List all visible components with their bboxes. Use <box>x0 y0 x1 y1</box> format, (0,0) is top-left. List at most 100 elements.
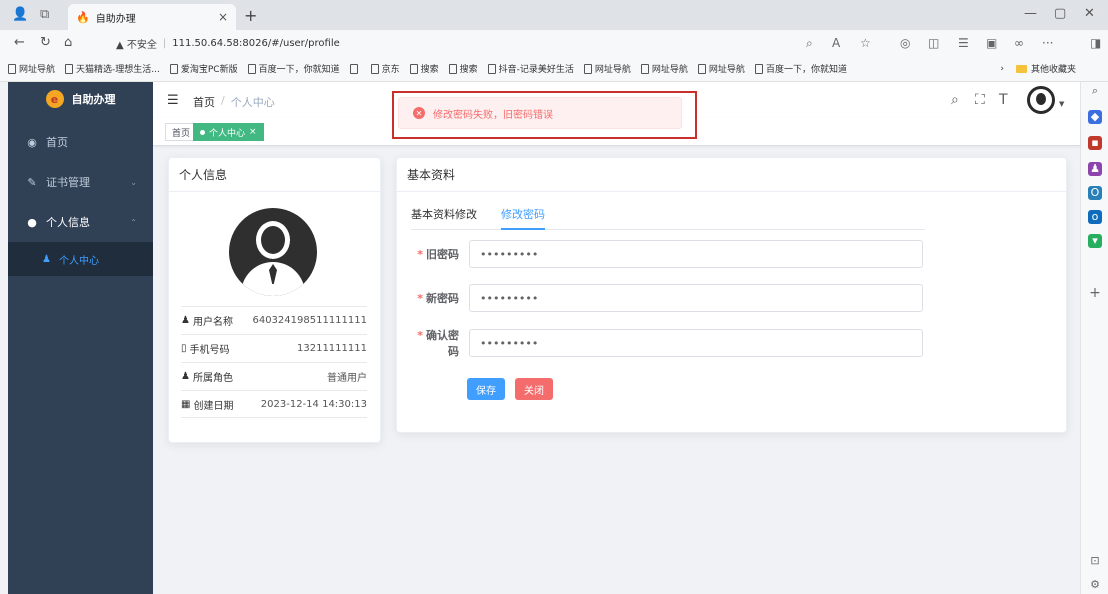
bookmark[interactable]: 搜索 <box>409 62 439 75</box>
chevron-right-icon[interactable]: › <box>1000 64 1004 74</box>
error-icon: ✕ <box>413 107 425 119</box>
tag-icon[interactable]: ◆ <box>1088 110 1102 124</box>
office-icon[interactable]: O <box>1088 186 1102 200</box>
list-item: ▦ 创建日期 2023-12-14 14:30:13 <box>181 390 367 418</box>
page-icon <box>754 63 763 74</box>
refresh-icon[interactable]: ↻ <box>40 35 51 50</box>
back-icon[interactable]: ← <box>14 35 25 50</box>
avatar[interactable] <box>229 208 317 296</box>
new-tab-button[interactable]: + <box>244 6 257 25</box>
bookmark[interactable]: 抖音-记录美好生活 <box>487 62 574 75</box>
confirm-password-field[interactable] <box>469 329 923 357</box>
hamburger-icon[interactable]: ☰ <box>167 93 179 108</box>
sidebar-item-certificates[interactable]: ✎ 证书管理 ⌄ <box>8 162 153 202</box>
add-icon[interactable]: + <box>1088 286 1102 300</box>
save-button[interactable]: 保存 <box>467 378 505 400</box>
page-icon <box>448 63 457 74</box>
logo-icon: e <box>45 90 64 108</box>
tab-actions-icon[interactable]: ⧉ <box>40 7 49 22</box>
tag-user-center[interactable]: 个人中心 × <box>193 123 264 141</box>
font-size-icon[interactable]: T <box>999 92 1008 108</box>
old-password-field[interactable] <box>469 240 923 268</box>
dashboard-icon: ◉ <box>27 135 37 149</box>
user-icon: ● <box>27 215 37 229</box>
read-aloud-icon[interactable]: A <box>832 36 840 50</box>
minimize-icon[interactable]: — <box>1024 6 1037 21</box>
shopping-icon[interactable]: ▾ <box>1088 234 1102 248</box>
restore-icon[interactable]: ▢ <box>1054 6 1066 21</box>
close-button[interactable]: 关闭 <box>515 378 553 400</box>
sidebar: e 自助办理 ◉ 首页 ✎ 证书管理 ⌄ ● 个人信息 ⌃ ♟ 个人中心 <box>8 82 153 594</box>
people-icon[interactable]: ♟ <box>1088 162 1102 176</box>
page-icon <box>487 63 496 74</box>
sidebar-toggle-icon[interactable]: ◨ <box>1090 36 1101 50</box>
favorite-star-icon[interactable]: ☆ <box>860 36 871 50</box>
error-toast: ✕ 修改密码失败，旧密码错误 <box>398 97 682 129</box>
new-password-row: * 新密码 <box>407 284 923 312</box>
tab-title: 自助办理 <box>95 13 136 25</box>
close-window-icon[interactable]: ✕ <box>1084 6 1095 21</box>
tab-change-password[interactable]: 修改密码 <box>501 206 545 230</box>
split-screen-icon[interactable]: ◫ <box>928 36 939 50</box>
bookmark[interactable]: 百度一下，你就知道 <box>754 62 847 75</box>
bookmark[interactable]: 爱淘宝PC新版 <box>169 62 238 75</box>
toolbox-icon[interactable]: ▪ <box>1088 136 1102 150</box>
search-icon[interactable]: ⌕ <box>951 92 959 108</box>
bookmarks-bar: 网址导航 天猫精选-理想生活... 爱淘宝PC新版 百度一下，你就知道 京东 搜… <box>0 56 1108 82</box>
old-password-row: * 旧密码 <box>407 240 923 268</box>
breadcrumb-home[interactable]: 首页 <box>193 94 215 110</box>
basic-info-card: 基本资料 基本资料修改 修改密码 *旧密码 *新密码 *确认密码 保存 关闭 <box>396 157 1067 433</box>
profile-icon[interactable]: 👤 <box>12 7 28 22</box>
sidebar-item-home[interactable]: ◉ 首页 <box>8 122 153 162</box>
tab-edit-basic-info[interactable]: 基本资料修改 <box>411 206 477 230</box>
page-icon <box>409 63 418 74</box>
sidebar-item-user-center[interactable]: ♟ 个人中心 <box>8 242 153 276</box>
bookmark[interactable]: 网址导航 <box>8 62 55 75</box>
avatar[interactable] <box>1027 86 1055 114</box>
basic-card-title: 基本资料 <box>397 158 1066 192</box>
bookmark[interactable]: 百度一下，你就知道 <box>247 62 340 75</box>
bookmark[interactable]: 网址导航 <box>640 62 688 75</box>
bookmark[interactable] <box>349 63 361 74</box>
users-icon: ♟ <box>42 253 51 265</box>
search-icon[interactable]: ⌕ <box>1088 84 1102 98</box>
more-icon[interactable]: ··· <box>1042 36 1053 50</box>
browser-tab[interactable]: 🔥 自助办理 × <box>68 4 236 30</box>
active-dot <box>200 129 205 135</box>
address-bar: ← ↻ ⌂ ▲ 不安全 | 111.50.64.58:8026/#/user/p… <box>0 30 1108 56</box>
screenshot-icon[interactable]: ⊡ <box>1088 554 1102 568</box>
settings-icon[interactable]: ⚙ <box>1088 578 1102 592</box>
sidebar-item-personal-info[interactable]: ● 个人信息 ⌃ <box>8 202 153 242</box>
caret-down-icon[interactable]: ▼ <box>1059 100 1064 108</box>
new-password-field[interactable] <box>469 284 923 312</box>
tab-close-icon[interactable]: × <box>218 10 228 24</box>
url-field[interactable]: ▲ 不安全 | 111.50.64.58:8026/#/user/profile <box>116 33 776 53</box>
folder-icon <box>1015 64 1027 73</box>
phone-icon: ▯ <box>181 343 187 354</box>
role-icon: ♟ <box>181 371 190 382</box>
favorites-icon[interactable]: ☰ <box>958 36 969 50</box>
breadcrumb: 首页 / 个人中心 <box>193 94 275 110</box>
bookmark[interactable]: 天猫精选-理想生活... <box>65 62 160 75</box>
bookmark[interactable]: 搜索 <box>448 62 478 75</box>
collections-icon[interactable]: ▣ <box>986 36 997 50</box>
extension-icon[interactable]: ◎ <box>900 36 910 50</box>
insecure-warning[interactable]: ▲ 不安全 <box>116 36 157 51</box>
toast-message: 修改密码失败，旧密码错误 <box>433 109 553 121</box>
list-item: ♟ 用户名称 640324198511111111 <box>181 306 367 334</box>
search-icon[interactable]: ⌕ <box>806 36 813 51</box>
other-bookmarks[interactable]: › 其他收藏夹 <box>1000 62 1076 76</box>
page-icon <box>583 63 592 74</box>
page-icon <box>169 63 178 74</box>
outlook-icon[interactable]: o <box>1088 210 1102 224</box>
fullscreen-icon[interactable]: ⛶ <box>975 92 985 108</box>
page-icon <box>65 63 74 74</box>
tag-close-icon[interactable]: × <box>249 127 257 137</box>
bookmark[interactable]: 网址导航 <box>697 62 745 75</box>
bookmark[interactable]: 网址导航 <box>583 62 631 75</box>
home-icon[interactable]: ⌂ <box>64 35 72 50</box>
profile-card: 个人信息 ♟ 用户名称 640324198511111111 ▯ 手机号码 1321… <box>168 157 381 443</box>
copilot-icon[interactable]: ∞ <box>1014 36 1024 50</box>
browser-side-panel: ⌕ ◆ ▪ ♟ O o ▾ + ⊡ ⚙ <box>1080 82 1108 594</box>
bookmark[interactable]: 京东 <box>370 62 400 75</box>
